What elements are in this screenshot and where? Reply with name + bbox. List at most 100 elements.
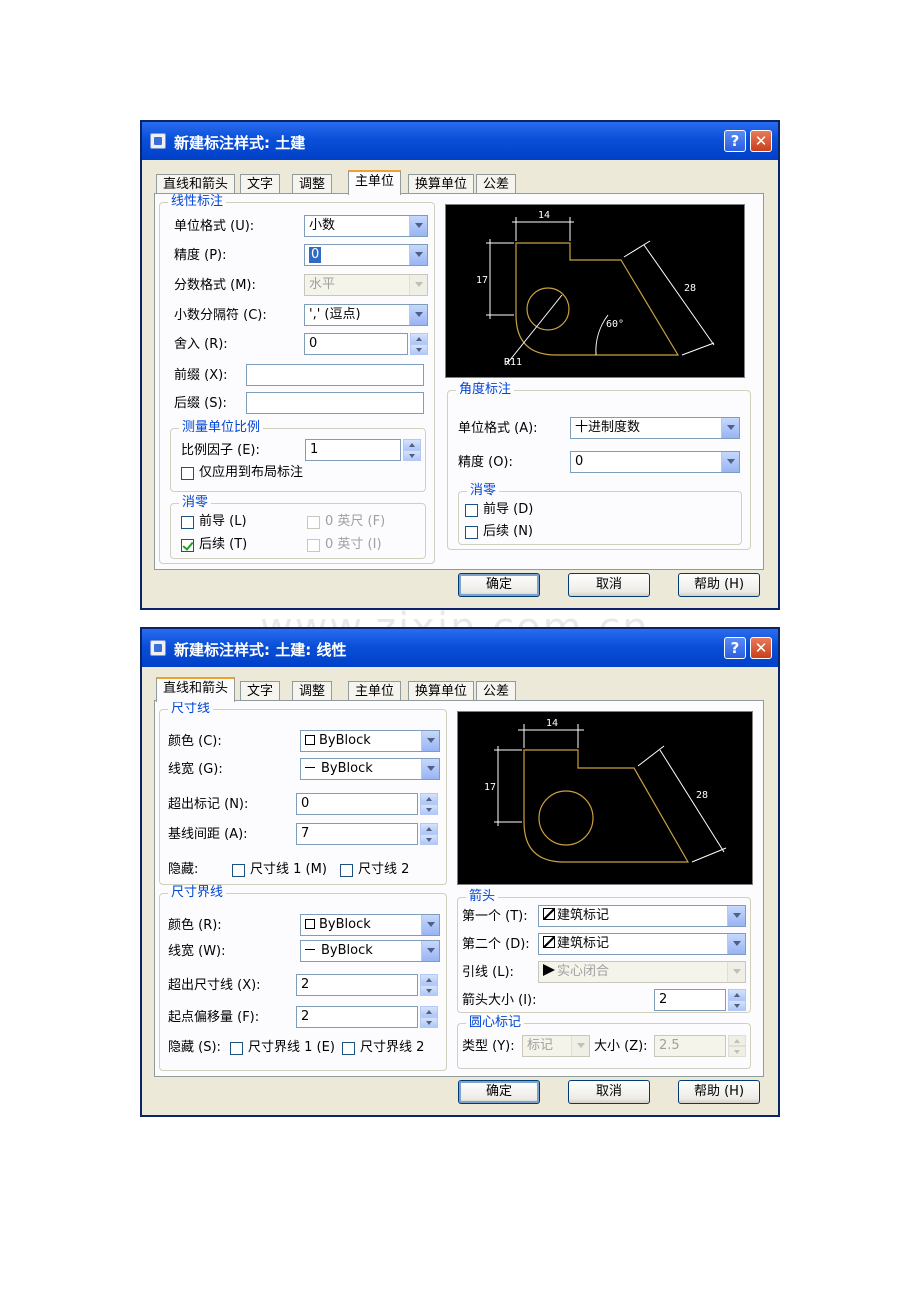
spin-down-icon[interactable] [403, 450, 421, 461]
spin-down-icon[interactable] [420, 834, 438, 845]
offset-origin-spinner[interactable] [420, 1006, 438, 1028]
extline-suppress-label: 隐藏 (S): [168, 1040, 221, 1055]
tab-fit[interactable]: 调整 [292, 174, 333, 194]
angular-trailing-checkbox[interactable] [465, 526, 478, 539]
close-button[interactable]: ✕ [750, 130, 772, 152]
suppress-extline2-checkbox[interactable] [342, 1042, 355, 1055]
trailing-zero-checkbox[interactable] [181, 539, 194, 552]
tab-lines-arrows[interactable]: 直线和箭头 [156, 174, 236, 194]
dimline-lineweight-select[interactable]: ByBlock [300, 758, 440, 780]
dimension-lines-group: 尺寸线 颜色 (C): ByBlock 线宽 (G): ByBlock 超出标记… [159, 701, 447, 885]
tab-panel: 尺寸线 颜色 (C): ByBlock 线宽 (G): ByBlock 超出标记… [154, 700, 764, 1077]
tab-lines-arrows[interactable]: 直线和箭头 [156, 677, 236, 702]
scale-factor-spinner[interactable] [403, 439, 421, 461]
baseline-spacing-input[interactable]: 7 [296, 823, 418, 845]
angular-precision-select[interactable]: 0 [570, 451, 740, 473]
tab-alternate-units[interactable]: 换算单位 [408, 174, 475, 194]
extline-color-select[interactable]: ByBlock [300, 914, 440, 936]
zero-suppression-legend: 消零 [179, 495, 212, 511]
angular-leading-checkbox[interactable] [465, 504, 478, 517]
preview-drawing: 14 17 28 60° R11 [476, 210, 715, 368]
color-swatch-icon [305, 919, 315, 929]
leading-zero-checkbox[interactable] [181, 516, 194, 529]
tab-primary-units[interactable]: 主单位 [348, 681, 402, 701]
spin-up-icon[interactable] [420, 793, 438, 804]
extend-beyond-spinner[interactable] [420, 974, 438, 996]
ok-button[interactable]: 确定 [458, 573, 540, 597]
spin-up-icon[interactable] [420, 823, 438, 834]
spin-up-icon[interactable] [403, 439, 421, 450]
spin-down-icon[interactable] [410, 344, 428, 355]
round-off-input[interactable]: 0 [304, 333, 408, 355]
help-button-bottom[interactable]: 帮助 (H) [678, 573, 760, 597]
chevron-down-icon [409, 275, 427, 295]
tab-text[interactable]: 文字 [240, 681, 281, 701]
spin-down-icon[interactable] [420, 1017, 438, 1028]
tab-tolerances[interactable]: 公差 [476, 174, 517, 194]
spin-up-icon[interactable] [728, 989, 746, 1000]
angular-unit-format-label: 单位格式 (A): [458, 421, 538, 436]
suffix-input[interactable] [246, 392, 424, 414]
unit-format-select[interactable]: 小数 [304, 215, 428, 237]
spin-down-icon[interactable] [420, 804, 438, 815]
chevron-down-icon [727, 934, 745, 954]
spin-up-icon[interactable] [420, 1006, 438, 1017]
dimension-preview: 14 17 28 [457, 711, 753, 885]
suppress-dimline1-checkbox[interactable] [232, 864, 245, 877]
help-button[interactable]: ? [724, 637, 746, 659]
extend-ticks-spinner[interactable] [420, 793, 438, 815]
center-type-label: 类型 (Y): [462, 1039, 515, 1054]
spin-down-icon[interactable] [728, 1000, 746, 1011]
spin-up-icon[interactable] [410, 333, 428, 344]
help-button-bottom[interactable]: 帮助 (H) [678, 1080, 760, 1104]
dimline-color-label: 颜色 (C): [168, 734, 222, 749]
second-arrow-select[interactable]: 建筑标记 [538, 933, 746, 955]
prefix-input[interactable] [246, 364, 424, 386]
angular-unit-format-select[interactable]: 十进制度数 [570, 417, 740, 439]
arrow-size-input[interactable]: 2 [654, 989, 726, 1011]
spin-down-icon[interactable] [420, 985, 438, 996]
arrow-size-spinner[interactable] [728, 989, 746, 1011]
precision-select[interactable]: 0 [304, 244, 428, 266]
decimal-separator-select[interactable]: ',' (逗点) [304, 304, 428, 326]
tab-text[interactable]: 文字 [240, 174, 281, 194]
preview-dim-top: 14 [538, 210, 550, 221]
suppress-dimline2-checkbox[interactable] [340, 864, 353, 877]
round-off-spinner[interactable] [410, 333, 428, 355]
tab-primary-units[interactable]: 主单位 [348, 170, 402, 195]
first-arrow-select[interactable]: 建筑标记 [538, 905, 746, 927]
layout-only-label: 仅应用到布局标注 [199, 465, 304, 480]
close-button[interactable]: ✕ [750, 637, 772, 659]
tab-alternate-units[interactable]: 换算单位 [408, 681, 475, 701]
unit-format-label: 单位格式 (U): [174, 219, 255, 234]
spin-up-icon [728, 1035, 746, 1046]
app-icon [150, 133, 166, 149]
extend-beyond-input[interactable]: 2 [296, 974, 418, 996]
tab-panel: 线性标注 单位格式 (U): 小数 精度 (P): 0 分数格式 (M): 水平… [154, 193, 764, 570]
cancel-button[interactable]: 取消 [568, 1080, 650, 1104]
chevron-down-icon [421, 915, 439, 935]
help-button[interactable]: ? [724, 130, 746, 152]
cancel-button[interactable]: 取消 [568, 573, 650, 597]
center-size-input: 2.5 [654, 1035, 726, 1057]
suppress-extline1-checkbox[interactable] [230, 1042, 243, 1055]
dimline-color-select[interactable]: ByBlock [300, 730, 440, 752]
scale-factor-input[interactable]: 1 [305, 439, 401, 461]
extline-lineweight-select[interactable]: ByBlock [300, 940, 440, 962]
tab-fit[interactable]: 调整 [292, 681, 333, 701]
layout-only-checkbox[interactable] [181, 467, 194, 480]
spin-up-icon[interactable] [420, 974, 438, 985]
extend-ticks-input[interactable]: 0 [296, 793, 418, 815]
preview-drawing: 14 17 28 [484, 718, 727, 863]
baseline-spacing-spinner[interactable] [420, 823, 438, 845]
zero-feet-label: 0 英尺 (F) [325, 514, 386, 529]
offset-origin-input[interactable]: 2 [296, 1006, 418, 1028]
angular-dimensions-legend: 角度标注 [456, 382, 515, 398]
titlebar: 新建标注样式: 土建: 线性 ? ✕ [142, 629, 778, 667]
ok-button[interactable]: 确定 [458, 1080, 540, 1104]
arrowheads-group: 箭头 第一个 (T): 建筑标记 第二个 (D): 建筑标记 引线 (L): 实… [457, 889, 751, 1013]
tab-tolerances[interactable]: 公差 [476, 681, 517, 701]
angular-zero-suppression-group: 消零 前导 (D) 后续 (N) [458, 483, 742, 545]
suppress-dimline2-label: 尺寸线 2 [358, 862, 410, 877]
window-title: 新建标注样式: 土建: 线性 [174, 641, 347, 659]
